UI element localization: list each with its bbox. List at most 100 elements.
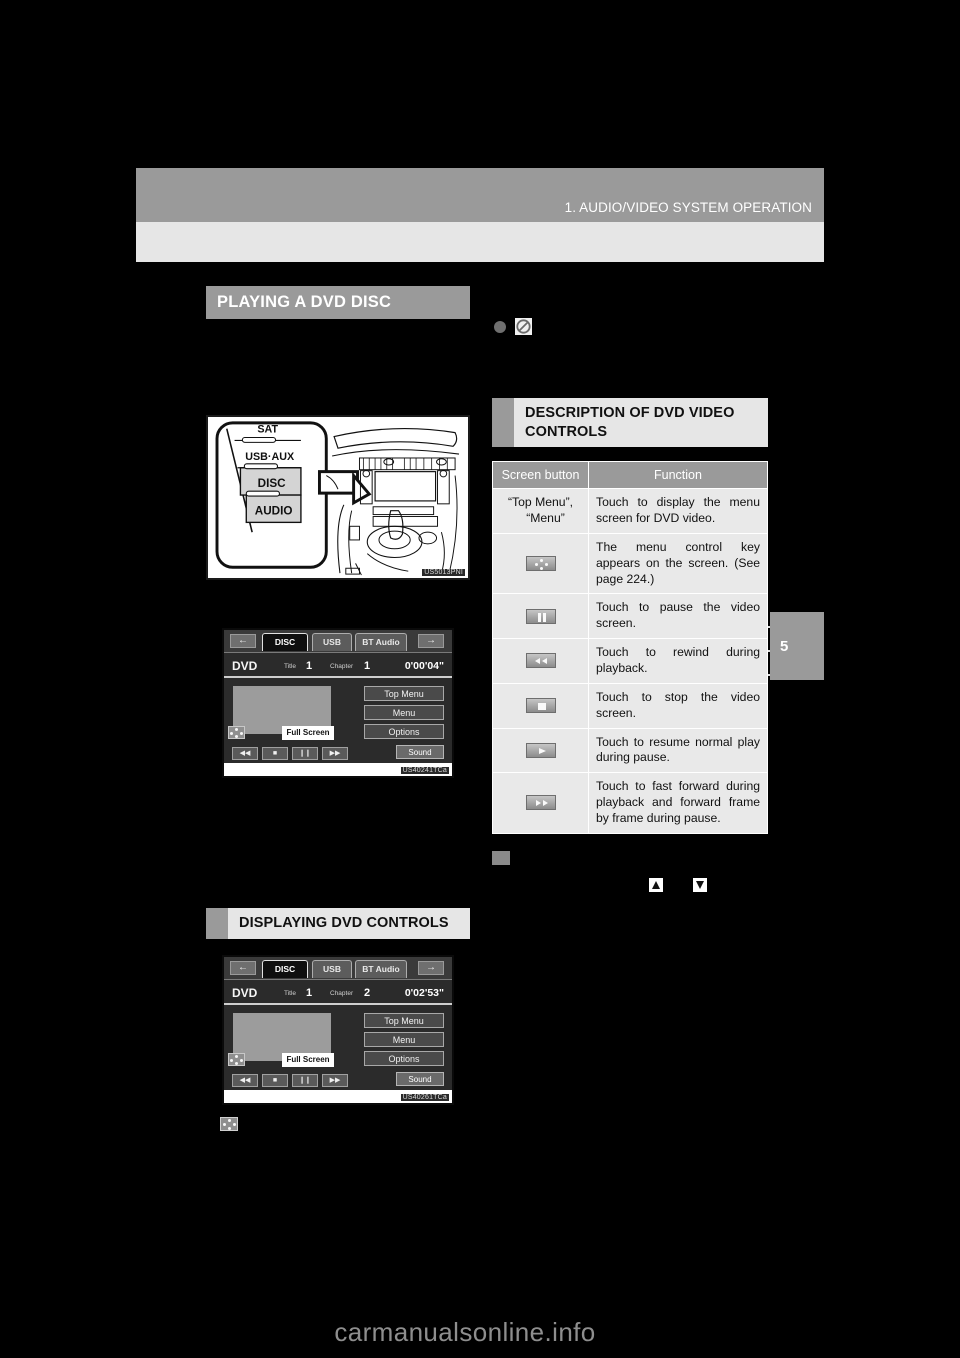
dashboard-figure: SAT USB·AUX DISC AUDIO US5013PNI: [206, 415, 470, 580]
transport-controls: ◀◀ ■ ❙❙ ▶▶: [232, 747, 348, 760]
sound-button-2[interactable]: Sound: [396, 1071, 444, 1086]
section-heading-description: DESCRIPTION OF DVD VIDEO CONTROLS: [492, 398, 768, 448]
manual-page: 1. AUDIO/VIDEO SYSTEM OPERATION 5 PLAYIN…: [0, 0, 960, 1358]
next-arrow-button[interactable]: →: [418, 634, 444, 648]
table-row: “Top Menu”, “Menu” Touch to display the …: [492, 488, 768, 534]
tab-bt-audio[interactable]: BT Audio: [355, 633, 407, 651]
menu-button-2[interactable]: Menu: [364, 1031, 444, 1047]
playback-time: 0'00'04": [404, 660, 444, 672]
fast-forward-button-2[interactable]: ▶▶: [322, 1073, 348, 1087]
row-button-cell: [492, 772, 589, 834]
bullet-dot: [494, 320, 506, 333]
row-function-cell: Touch to fast forward during playback an…: [588, 772, 768, 834]
options-button[interactable]: Options: [364, 724, 444, 739]
chapter-title: 1. AUDIO/VIDEO SYSTEM OPERATION: [564, 200, 812, 215]
source-label-2: DVD: [232, 985, 258, 1000]
tab-disc-2[interactable]: DISC: [262, 959, 308, 978]
dashboard-illustration: SAT USB·AUX DISC AUDIO: [209, 417, 467, 578]
full-screen-button-2[interactable]: Full Screen: [282, 1052, 334, 1067]
tab-usb[interactable]: USB: [312, 633, 352, 651]
section-heading-playing-dvd: PLAYING A DVD DISC: [206, 286, 470, 319]
options-button-2[interactable]: Options: [364, 1050, 444, 1066]
col-screen-button: Screen button: [492, 461, 589, 490]
description-label: DESCRIPTION OF DVD VIDEO CONTROLS: [525, 405, 735, 440]
svg-text:AUDIO: AUDIO: [255, 505, 293, 518]
menu-control-key-icon[interactable]: [228, 726, 245, 739]
table-header-row: Screen button Function: [492, 461, 768, 490]
row-function-cell: Touch to resume normal play during pause…: [588, 727, 768, 774]
dvd-screen-figure-2: ← DISC USB BT Audio → DVD Title 1 Chapte…: [222, 954, 454, 1105]
row-function-cell: Touch to stop the video screen.: [588, 682, 768, 729]
menu-control-key-icon-note: [220, 1116, 238, 1131]
right-column: DESCRIPTION OF DVD VIDEO CONTROLS Screen…: [492, 398, 768, 834]
page-tab-number: 5: [780, 638, 789, 655]
figure-id-screen1: US40241TCa: [400, 767, 449, 774]
stop-button[interactable]: ■: [262, 747, 288, 760]
chapter-label-2: Chapter: [330, 989, 354, 997]
table-row: Touch to fast forward during playback an…: [492, 772, 768, 834]
stop-button-2[interactable]: ■: [262, 1073, 288, 1087]
row-button-cell: [492, 638, 589, 684]
svg-text:USB·AUX: USB·AUX: [245, 451, 295, 463]
rewind-button[interactable]: ◀◀: [232, 747, 258, 760]
top-menu-label-line1: “Top Menu”,: [507, 495, 574, 510]
dvd-screen-figure-1: ← DISC USB BT Audio → DVD Title 1 Chapte…: [222, 628, 454, 778]
table-row: Touch to resume normal play during pause…: [492, 727, 768, 774]
table-row: The menu control key appears on the scre…: [492, 532, 768, 595]
page-header-band: 1. AUDIO/VIDEO SYSTEM OPERATION: [136, 168, 824, 222]
prev-arrow-button-2[interactable]: ←: [230, 960, 256, 975]
bullet-note-row: [494, 318, 532, 335]
figure-id-screen2: US40261TCa: [400, 1093, 449, 1101]
title-value: 1: [306, 660, 313, 672]
fast-forward-button[interactable]: ▶▶: [322, 747, 348, 760]
title-label-2: Title: [284, 989, 297, 997]
figure-id-dashboard: US5013PNI: [422, 569, 465, 576]
row-function-cell: Touch to display the menu screen for DVD…: [588, 488, 768, 534]
col-function: Function: [588, 461, 768, 490]
down-arrow-icon: [693, 878, 707, 892]
table-row: Touch to stop the video screen.: [492, 682, 768, 729]
pause-button-2[interactable]: ❙❙: [292, 1073, 318, 1087]
row-button-cell: [492, 727, 589, 774]
stop-icon: [525, 698, 556, 714]
full-screen-button[interactable]: Full Screen: [282, 726, 334, 740]
tab-usb-2[interactable]: USB: [312, 959, 352, 978]
next-arrow-button-2[interactable]: →: [418, 960, 444, 975]
tab-bt-audio-2[interactable]: BT Audio: [355, 959, 407, 978]
screen2-info-bar: DVD Title 1 Chapter 2 0'02'53": [224, 981, 452, 1005]
site-watermark: carmanualsonline.info: [334, 1317, 596, 1347]
table-row: Touch to rewind during playback.: [492, 638, 768, 684]
pause-icon: [525, 608, 556, 624]
tab-disc[interactable]: DISC: [262, 633, 308, 651]
svg-text:SAT: SAT: [257, 424, 278, 436]
menu-button[interactable]: Menu: [364, 705, 444, 720]
dvd-controls-table: Screen button Function “Top Menu”, “Menu…: [492, 461, 768, 834]
left-column: PLAYING A DVD DISC SAT USB·AUX DISC AUDI…: [206, 286, 470, 1131]
rewind-icon: [525, 653, 556, 669]
sound-button[interactable]: Sound: [396, 745, 444, 759]
pause-button[interactable]: ❙❙: [292, 747, 318, 760]
no-disc-icon: [515, 318, 532, 335]
section-page-tab: 5: [770, 612, 824, 680]
rewind-button-2[interactable]: ◀◀: [232, 1073, 258, 1087]
title-value-2: 1: [306, 986, 313, 999]
description-marker: [492, 398, 514, 448]
screen1-tabbar: ← DISC USB BT Audio →: [224, 630, 452, 653]
row-button-cell: [492, 532, 589, 595]
row-function-cell: Touch to rewind during playback.: [588, 638, 768, 684]
row-function-cell: The menu control key appears on the scre…: [588, 532, 768, 595]
source-label: DVD: [232, 659, 258, 673]
play-icon: [525, 742, 556, 758]
top-menu-button[interactable]: Top Menu: [364, 686, 444, 701]
menu-control-key-icon-2[interactable]: [228, 1052, 245, 1066]
svg-text:DISC: DISC: [258, 477, 286, 490]
menu-control-key-icon: [525, 555, 556, 571]
screen1-info-bar: DVD Title 1 Chapter 1 0'00'04": [224, 654, 452, 678]
title-label: Title: [284, 663, 297, 670]
screen2-tabbar: ← DISC USB BT Audio →: [224, 956, 452, 980]
prev-arrow-button[interactable]: ←: [230, 634, 256, 648]
row-function-cell: Touch to pause the video screen.: [588, 593, 768, 640]
menu-label-line2: “Menu”: [526, 510, 565, 525]
top-menu-button-2[interactable]: Top Menu: [364, 1012, 444, 1028]
section-marker-bottom: [492, 851, 510, 865]
